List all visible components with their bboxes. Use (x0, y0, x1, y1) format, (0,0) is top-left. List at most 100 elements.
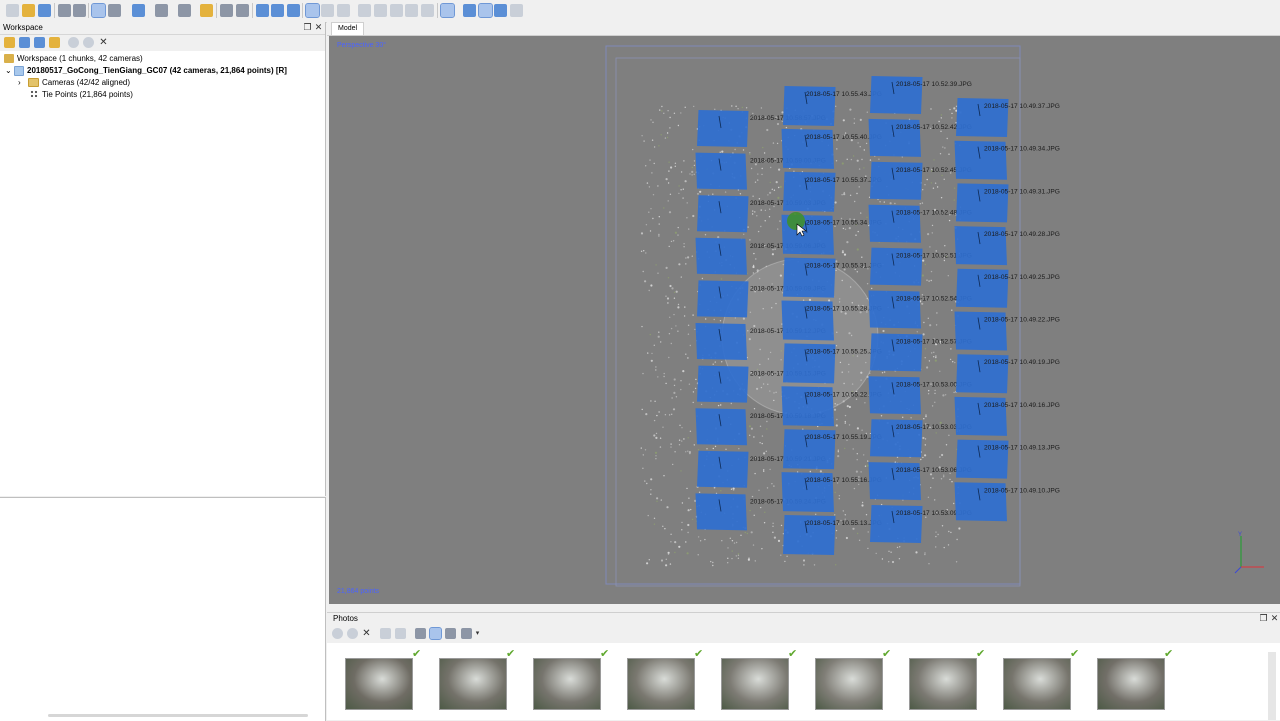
close-pane-icon[interactable]: ✕ (314, 23, 323, 32)
show-shapes-icon[interactable] (478, 3, 493, 18)
photo-thumbnail[interactable] (345, 658, 413, 710)
photo-thumbnail[interactable] (815, 658, 883, 710)
tree-tie-points[interactable]: Tie Points (21,864 points) (30, 89, 133, 101)
camera-frame[interactable] (695, 152, 748, 190)
filter-photos-icon[interactable] (415, 628, 426, 639)
camera-label: 2018-05-17 10.49.22.JPG (984, 317, 1060, 324)
model-canvas[interactable]: 2018-05-17 10.58.57.JPG2018-05-17 10.59.… (329, 36, 1280, 604)
folder-icon (28, 78, 39, 88)
model-viewport[interactable]: 2018-05-17 10.58.57.JPG2018-05-17 10.59.… (329, 36, 1280, 604)
toolbar-separator (302, 3, 303, 18)
main-toolbar (0, 0, 1280, 23)
camera-label: 2018-05-17 10.55.37.JPG (806, 177, 882, 184)
photos-scrollbar[interactable] (1268, 652, 1276, 720)
mesh-icon[interactable] (337, 4, 350, 17)
redo-icon[interactable] (73, 4, 86, 17)
remove-photos-icon[interactable]: ✕ (362, 629, 371, 639)
new-file-icon[interactable] (6, 4, 19, 17)
camera-frame[interactable] (697, 450, 749, 488)
show-trackball-icon[interactable] (510, 4, 523, 17)
details-view-icon[interactable] (445, 628, 456, 639)
tiled-model-icon[interactable] (421, 4, 434, 17)
dropdown-arrow-icon[interactable]: ▾ (473, 629, 482, 638)
camera-frame[interactable] (697, 365, 749, 403)
disable-photos-icon[interactable] (347, 628, 358, 639)
photos-toolbar: ✕ ▾ (327, 625, 1280, 643)
camera-frame[interactable] (695, 237, 748, 275)
rotate-right-icon[interactable] (395, 628, 406, 639)
aligned-check-icon: ✔ (882, 648, 892, 660)
add-chunk-icon[interactable] (4, 37, 15, 48)
photo-thumbnail[interactable] (1097, 658, 1165, 710)
aligned-check-icon: ✔ (1070, 648, 1080, 660)
disable-icon[interactable] (83, 37, 94, 48)
camera-frame[interactable] (695, 493, 748, 531)
enable-photos-icon[interactable] (332, 628, 343, 639)
tie-points-label: Tie Points (21,864 points) (42, 90, 133, 99)
close-pane-icon[interactable]: ✕ (1270, 614, 1279, 623)
save-icon[interactable] (38, 4, 51, 17)
show-region-icon[interactable] (494, 4, 507, 17)
photo-thumbnail[interactable] (909, 658, 977, 710)
rotate-left-icon[interactable] (380, 628, 391, 639)
show-cameras-icon[interactable] (440, 3, 455, 18)
aligned-check-icon: ✔ (600, 648, 610, 660)
open-folder-icon[interactable] (22, 4, 35, 17)
tree-workspace-root[interactable]: Workspace (1 chunks, 42 cameras) (4, 53, 143, 65)
enable-icon[interactable] (68, 37, 79, 48)
crop-icon[interactable] (236, 4, 249, 17)
camera-frame[interactable] (695, 408, 748, 446)
tree-cameras[interactable]: › Cameras (42/42 aligned) (18, 77, 130, 89)
wireframe-icon[interactable] (390, 4, 403, 17)
horizontal-scrollbar[interactable] (48, 714, 308, 717)
rectangle-selection-icon[interactable] (108, 4, 121, 17)
photo-thumbnail[interactable] (627, 658, 695, 710)
photo-thumbnail[interactable] (721, 658, 789, 710)
add-folder-icon[interactable] (34, 37, 45, 48)
add-photos-icon[interactable] (19, 37, 30, 48)
float-pane-icon[interactable]: ❐ (303, 23, 312, 32)
delete-selection-icon[interactable] (220, 4, 233, 17)
remove-items-icon[interactable]: ✕ (99, 38, 108, 48)
large-icons-icon[interactable] (429, 627, 442, 640)
photo-thumbnail[interactable] (533, 658, 601, 710)
workspace-toolbar: ✕ (0, 35, 325, 51)
chunk-label: 20180517_GoCong_TienGiang_GC07 (42 camer… (27, 66, 287, 75)
camera-frame[interactable] (697, 280, 749, 318)
reference-pane (0, 497, 326, 721)
photo-thumbnail[interactable] (439, 658, 507, 710)
tree-chunk[interactable]: ⌄ 20180517_GoCong_TienGiang_GC07 (42 came… (5, 65, 287, 77)
photo-thumbnail[interactable] (1003, 658, 1071, 710)
workspace-pane: Workspace ❐ ✕ ✕ Workspace (1 chunks, 42 … (0, 22, 326, 496)
collapse-chevron-icon[interactable]: ⌄ (5, 65, 14, 77)
solid-model-icon[interactable] (374, 4, 387, 17)
add-marker-icon[interactable] (49, 37, 60, 48)
show-markers-icon[interactable] (463, 4, 476, 17)
expand-chevron-icon[interactable]: › (18, 77, 28, 89)
textured-model-icon[interactable] (405, 4, 418, 17)
navigation-cursor-icon[interactable] (91, 3, 106, 18)
aligned-check-icon: ✔ (1164, 648, 1174, 660)
aligned-check-icon: ✔ (788, 648, 798, 660)
draw-tool-icon[interactable] (178, 4, 191, 17)
float-pane-icon[interactable]: ❐ (1259, 614, 1268, 623)
shaded-model-icon[interactable] (358, 4, 371, 17)
dense-cloud-icon[interactable] (321, 4, 334, 17)
point-cloud-icon[interactable] (305, 3, 320, 18)
move-object-icon[interactable] (155, 4, 168, 17)
reset-view-icon[interactable] (287, 4, 300, 17)
camera-frame[interactable] (695, 323, 748, 360)
camera-label: 2018-05-17 10.55.25.JPG (806, 348, 882, 355)
toolbar-separator (88, 3, 89, 18)
undo-icon[interactable] (58, 4, 71, 17)
zoom-in-icon[interactable] (256, 4, 269, 17)
camera-frame[interactable] (697, 195, 749, 233)
thumbnail-size-icon[interactable] (461, 628, 472, 639)
camera-label: 2018-05-17 10.49.16.JPG (984, 402, 1060, 409)
ruler-icon[interactable] (200, 4, 213, 17)
camera-frame[interactable] (697, 110, 749, 147)
rotate-object-icon[interactable] (132, 4, 145, 17)
camera-label: 2018-05-17 10.49.34.JPG (984, 146, 1060, 153)
tab-model[interactable]: Model (331, 22, 365, 35)
zoom-out-icon[interactable] (271, 4, 284, 17)
